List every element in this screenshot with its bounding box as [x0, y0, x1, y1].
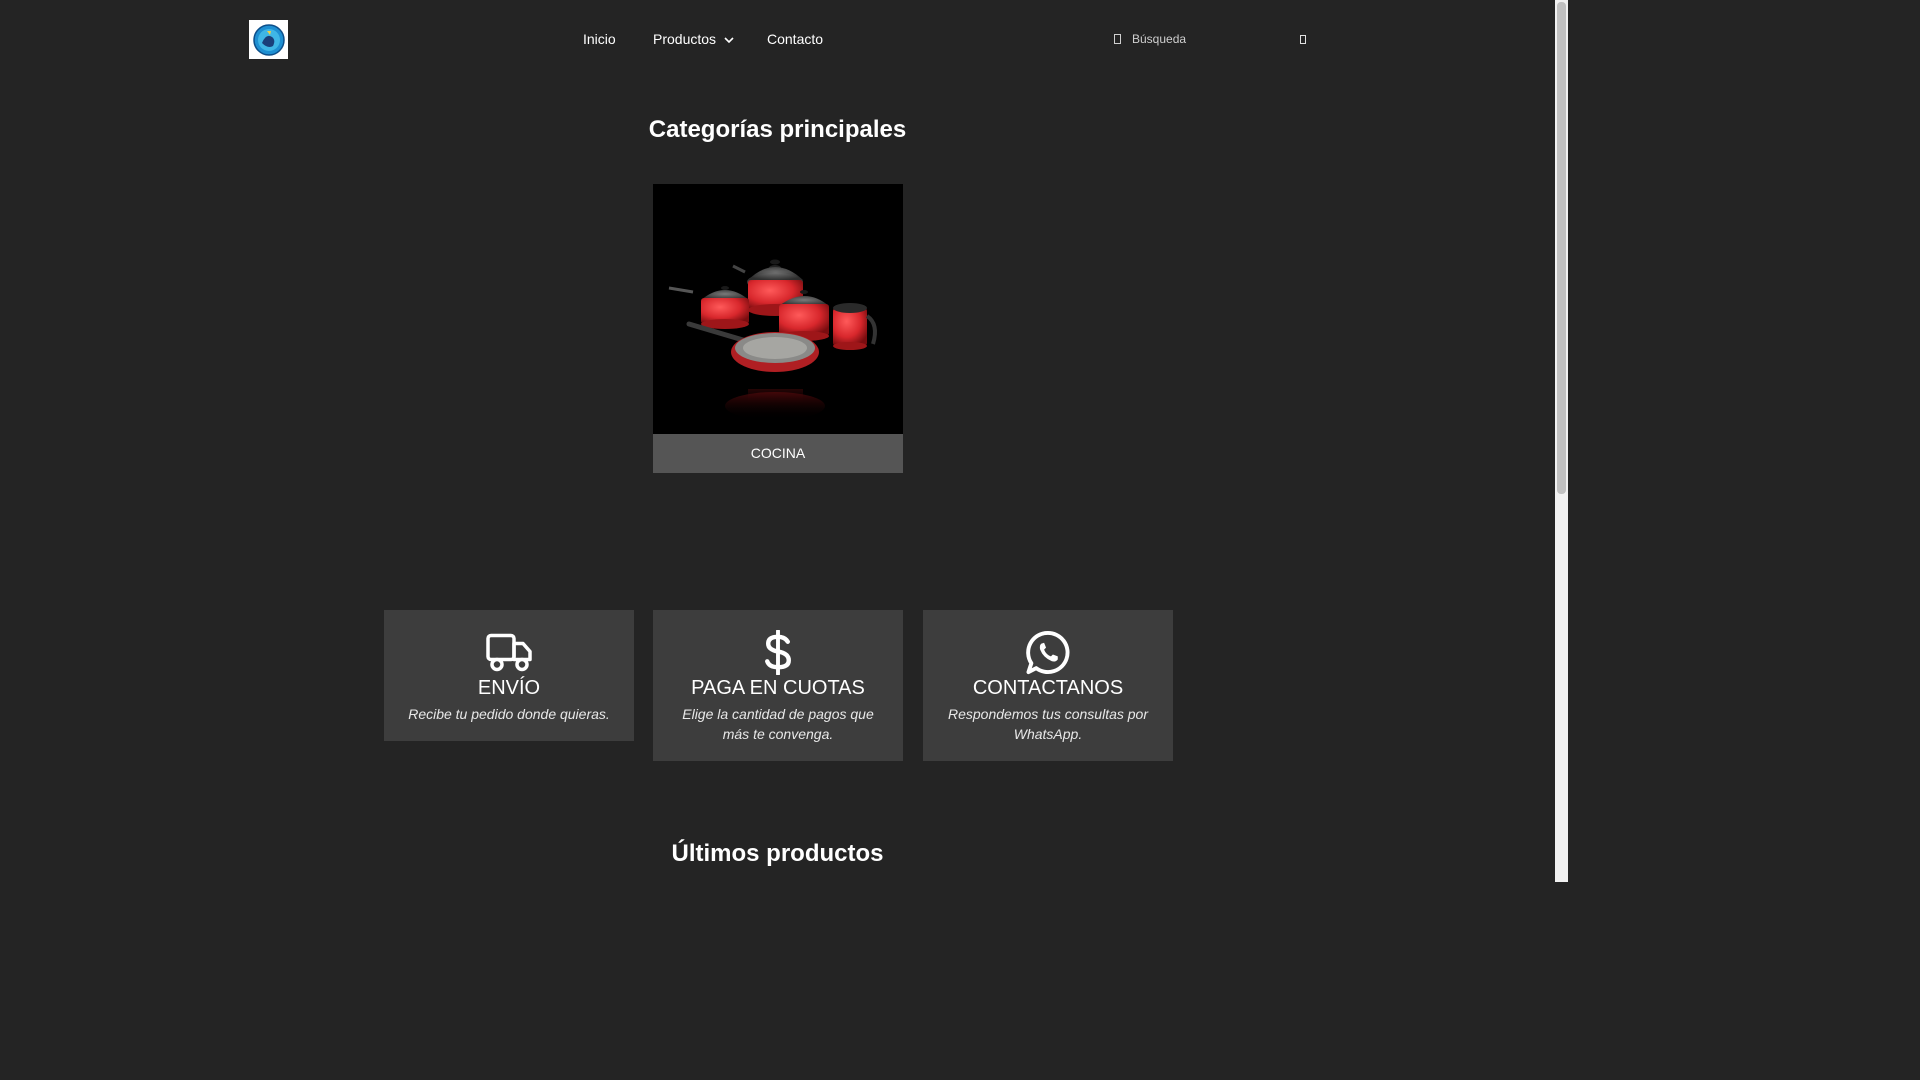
search-form [1110, 26, 1310, 54]
category-card-cocina[interactable]: COCINA [653, 184, 903, 473]
dollar-icon [765, 630, 791, 675]
feature-title-envio: ENVÍO [477, 677, 541, 699]
feature-title-cuotas: PAGA EN CUOTAS [691, 677, 865, 699]
cookware-illustration [668, 259, 877, 420]
scrollbar-thumb[interactable] [1557, 2, 1566, 494]
latest-products-title: Últimos productos [671, 840, 884, 867]
nav-item-productos[interactable]: Productos [653, 30, 734, 48]
nav-item-inicio[interactable]: Inicio [583, 30, 616, 48]
feature-cuotas: PAGA EN CUOTAS Elige la cantidad de pago… [653, 610, 903, 761]
chevron-down-icon [724, 37, 734, 43]
feature-title-contacto: CONTACTANOS [972, 677, 1124, 699]
whatsapp-icon [1026, 630, 1070, 675]
category-label: COCINA [653, 434, 903, 473]
page: Inicio Productos Contacto Categorías pri… [0, 0, 1568, 882]
search-icon [1114, 34, 1121, 44]
nav-item-contacto[interactable]: Contacto [767, 30, 823, 48]
search-input[interactable] [1132, 28, 1292, 50]
feature-text-cuotas: Elige la cantidad de pagos que más te co… [682, 706, 874, 742]
site-logo[interactable] [249, 20, 288, 59]
feature-text-contacto: Respondemos tus consultas por WhatsApp. [948, 706, 1148, 742]
category-image-cookware [653, 184, 903, 434]
nav-item-productos-label: Productos [653, 31, 717, 47]
feature-text-envio: Recibe tu pedido donde quieras. [408, 706, 610, 722]
feature-contacto: CONTACTANOS Respondemos tus consultas po… [923, 610, 1173, 761]
search-submit-button[interactable] [1300, 35, 1306, 44]
truck-icon [486, 633, 532, 672]
feature-envio: ENVÍO Recibe tu pedido donde quieras. [384, 610, 634, 741]
categories-title: Categorías principales [648, 116, 907, 143]
logo-globe-icon [252, 23, 285, 56]
